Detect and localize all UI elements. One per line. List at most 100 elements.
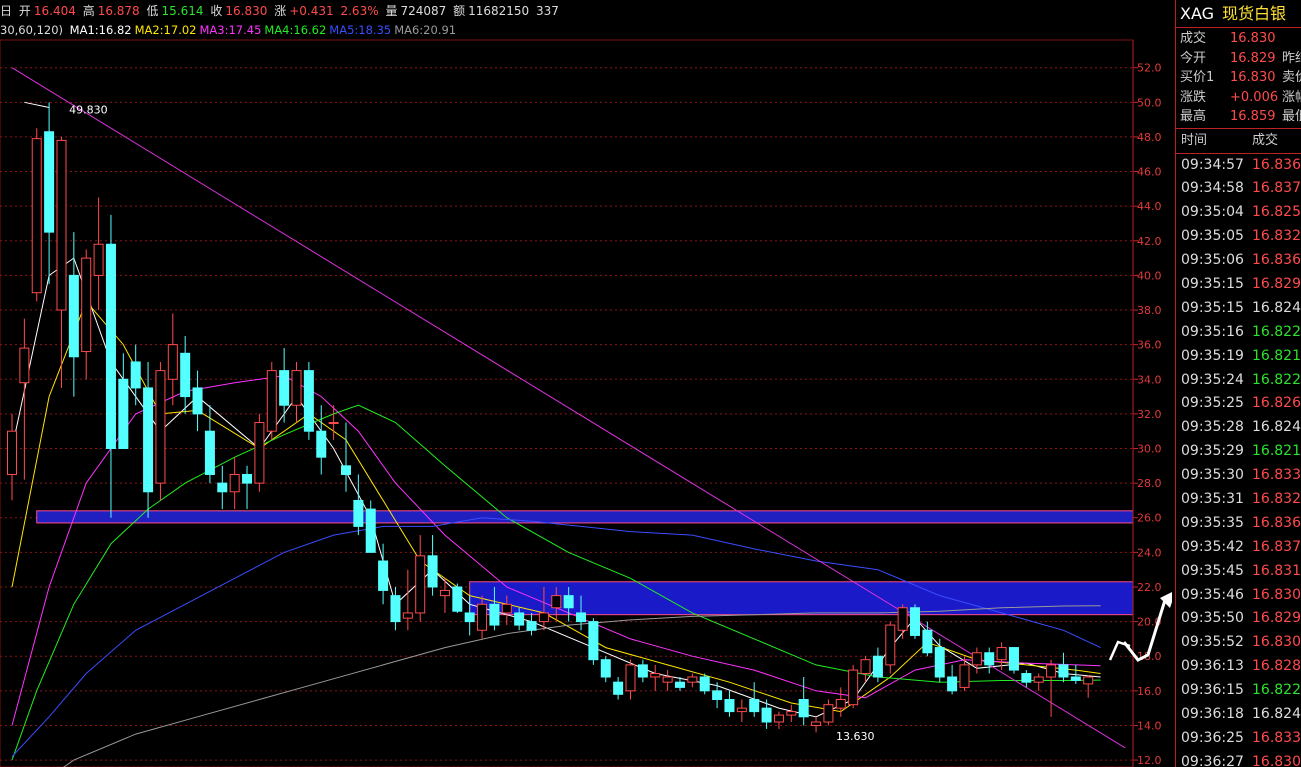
tick-time: 09:35:24: [1181, 371, 1244, 388]
tick-time: 09:35:29: [1181, 443, 1244, 460]
candle: [93, 197, 104, 311]
tick-row[interactable]: 09:35:04 16.825: [1176, 201, 1301, 225]
ma-legend-item: MA3:17.45: [199, 23, 262, 37]
tick-row[interactable]: 09:35:15 16.824: [1176, 297, 1301, 321]
candle: [81, 249, 92, 380]
ma-line-ma6: [63, 605, 1101, 767]
candle-body-up: [415, 555, 426, 614]
y-tick-label: 40.0: [1137, 269, 1162, 282]
tick-row[interactable]: 09:35:52 16.830: [1176, 631, 1301, 655]
candle-body-up: [625, 664, 636, 692]
tick-time: 09:35:06: [1181, 252, 1244, 269]
candle-body-up: [1083, 676, 1094, 685]
tick-row[interactable]: 09:36:18 16.824: [1176, 703, 1301, 727]
y-tick-label: 44.0: [1137, 200, 1162, 213]
candle: [600, 656, 611, 683]
candle-body-down: [390, 595, 401, 623]
candle-body-down: [588, 621, 599, 661]
candle: [971, 647, 982, 674]
candle-body-down: [340, 465, 351, 475]
tick-time: 09:36:15: [1181, 682, 1244, 699]
tick-row[interactable]: 09:35:50 16.829: [1176, 607, 1301, 631]
candle-body-down: [526, 621, 537, 631]
tick-price: 16.829: [1252, 610, 1301, 627]
tick-price: 16.826: [1252, 395, 1301, 412]
candle-body-down: [613, 681, 624, 695]
candlestick-chart[interactable]: 12.014.016.018.020.022.024.026.028.030.0…: [0, 0, 1172, 767]
tick-row[interactable]: 09:36:27 16.830: [1176, 751, 1301, 767]
support-zone: [36, 510, 1134, 524]
candle-body-down: [365, 508, 376, 553]
candle-body-up: [19, 347, 30, 384]
ma-legend-bar: 30,60,120) MA1:16.82 MA2:17.02 MA3:17.45 MA…: [0, 21, 1172, 39]
quote-row: 今开 16.829 昨结: [1176, 49, 1301, 69]
tick-row[interactable]: 09:35:19 16.821: [1176, 345, 1301, 369]
tick-row[interactable]: 09:35:24 16.822: [1176, 369, 1301, 393]
y-tick-label: 16.0: [1137, 685, 1162, 698]
tick-price: 16.836: [1252, 252, 1301, 269]
candle-body-up: [1033, 676, 1044, 683]
tick-row[interactable]: 09:35:05 16.832: [1176, 225, 1301, 249]
tick-row[interactable]: 09:35:06 16.836: [1176, 249, 1301, 273]
quote-label: 涨跌: [1180, 89, 1207, 105]
candle-body-down: [947, 676, 958, 692]
candle-body-down: [1008, 647, 1019, 671]
ma-legend-item: MA2:17.02: [134, 23, 197, 37]
tick-row[interactable]: 09:35:28 16.824: [1176, 416, 1301, 440]
tick-price: 16.831: [1252, 562, 1301, 579]
tick-time: 09:35:25: [1181, 395, 1244, 412]
high-label: 高: [82, 4, 95, 18]
tick-row[interactable]: 09:34:57 16.836: [1176, 154, 1301, 178]
candle: [316, 405, 327, 475]
candle-body-down: [922, 629, 933, 654]
ma-legend-item: MA1:16.82: [69, 23, 132, 37]
tick-price: 16.822: [1252, 323, 1301, 340]
y-tick-label: 34.0: [1137, 373, 1162, 386]
tick-row[interactable]: 09:35:46 16.830: [1176, 584, 1301, 608]
tick-row[interactable]: 09:35:25 16.826: [1176, 392, 1301, 416]
candle: [118, 353, 129, 450]
tick-row[interactable]: 09:35:35 16.836: [1176, 512, 1301, 536]
tick-row[interactable]: 09:36:13 16.828: [1176, 655, 1301, 679]
ma-legend-item: MA4:16.62: [264, 23, 327, 37]
candle: [291, 361, 302, 423]
candle-body-up: [551, 595, 562, 609]
candle-body-up: [56, 139, 67, 311]
tick-row[interactable]: 09:35:42 16.837: [1176, 536, 1301, 560]
tick-row[interactable]: 09:36:25 16.833: [1176, 727, 1301, 751]
instrument-name: 现货白银: [1222, 4, 1287, 23]
tick-row[interactable]: 09:35:30 16.833: [1176, 464, 1301, 488]
candle-body-up: [266, 370, 277, 432]
candle-body-up: [31, 138, 42, 294]
candle-body-up: [662, 676, 673, 683]
candle: [229, 457, 240, 510]
tick-row[interactable]: 09:35:31 16.832: [1176, 488, 1301, 512]
tick-price: 16.837: [1252, 538, 1301, 555]
tick-row[interactable]: 09:36:15 16.822: [1176, 679, 1301, 703]
candle-body-up: [7, 430, 17, 475]
y-tick-label: 38.0: [1137, 304, 1162, 317]
ticks-list[interactable]: 09:34:57 16.836 09:34:58 16.837 09:35:04 16.8…: [1176, 154, 1301, 767]
tick-row[interactable]: 09:35:15 16.829: [1176, 273, 1301, 297]
candle-body-up: [811, 721, 822, 726]
candle-body-up: [501, 603, 512, 614]
candle-body-up: [81, 257, 92, 353]
tick-row[interactable]: 09:35:29 16.821: [1176, 440, 1301, 464]
candle: [180, 335, 191, 414]
tick-row[interactable]: 09:34:58 16.837: [1176, 177, 1301, 201]
candle-body-up: [971, 652, 982, 666]
candle-body-up: [996, 647, 1007, 661]
candle: [811, 716, 822, 733]
candle: [254, 413, 265, 492]
tick-price: 16.824: [1252, 299, 1301, 316]
tick-price: 16.836: [1252, 156, 1301, 173]
candle: [130, 344, 141, 406]
quote-row: 涨跌 +0.006涨幅: [1176, 88, 1301, 108]
quote-label-2: 涨幅: [1282, 89, 1301, 105]
candle: [303, 361, 314, 440]
candle-body-up: [155, 370, 166, 484]
candle: [279, 348, 290, 423]
quote-label-2: 昨结: [1282, 50, 1301, 66]
tick-row[interactable]: 09:35:45 16.831: [1176, 560, 1301, 584]
tick-row[interactable]: 09:35:16 16.822: [1176, 321, 1301, 345]
